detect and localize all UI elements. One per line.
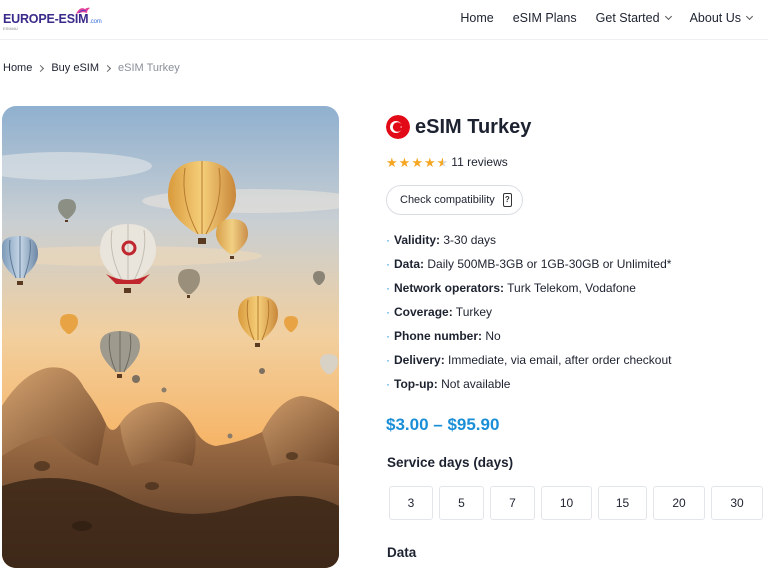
spec-list: · Validity: 3-30 days · Data: Daily 500MB-… <box>386 233 671 401</box>
check-compatibility-button[interactable]: Check compatibility ? <box>386 185 523 215</box>
main-nav: Home eSIM Plans Get Started About Us <box>460 0 754 36</box>
day-option-7[interactable]: 7 <box>490 486 535 520</box>
spec-coverage: · Coverage: Turkey <box>386 305 493 319</box>
product-info: eSIM Turkey ★ ★ ★ ★ ★ 11 reviews Check c… <box>386 115 768 560</box>
spec-phone-number: · Phone number: No <box>386 329 501 343</box>
chevron-down-icon <box>745 12 754 21</box>
nav-home[interactable]: Home <box>460 11 493 25</box>
bird-logo-icon <box>76 7 90 14</box>
reviews-count[interactable]: 11 reviews <box>451 155 507 169</box>
spec-network-operators: · Network operators: Turk Telekom, Vodafo… <box>386 281 636 295</box>
nav-about-us[interactable]: About Us <box>690 11 754 25</box>
breadcrumb-buy-esim[interactable]: Buy eSIM <box>51 62 99 74</box>
star-half-icon: ★ <box>436 154 449 170</box>
day-option-20[interactable]: 20 <box>653 486 705 520</box>
chevron-down-icon <box>664 12 672 21</box>
service-days-options: 3 5 7 10 15 20 30 <box>389 486 763 520</box>
product-title-row: eSIM Turkey <box>386 115 768 139</box>
page-title: eSIM Turkey <box>415 115 532 138</box>
chevron-right-icon <box>37 64 45 72</box>
product-image <box>2 106 339 568</box>
site-logo[interactable]: EUROPE-ESIM.com ESIM4U <box>3 6 103 32</box>
day-option-30[interactable]: 30 <box>711 486 763 520</box>
price-range: $3.00 – $95.90 <box>386 415 500 434</box>
spec-delivery: · Delivery: Immediate, via email, after o… <box>386 353 672 367</box>
star-rating: ★ ★ ★ ★ ★ <box>386 156 448 169</box>
breadcrumb-current: eSIM Turkey <box>118 62 180 74</box>
day-option-5[interactable]: 5 <box>439 486 484 520</box>
day-option-3[interactable]: 3 <box>389 486 433 520</box>
day-option-10[interactable]: 10 <box>541 486 592 520</box>
phone-question-icon: ? <box>502 193 512 207</box>
spec-top-up: · Top-up: Not available <box>386 377 511 391</box>
nav-get-started[interactable]: Get Started <box>596 11 672 25</box>
breadcrumb-home[interactable]: Home <box>3 62 32 74</box>
chevron-right-icon <box>103 64 112 72</box>
star-icon: ★ <box>423 154 436 170</box>
nav-esim-plans[interactable]: eSIM Plans <box>513 11 577 25</box>
site-header: EUROPE-ESIM.com ESIM4U Home eSIM Plans G… <box>0 0 768 40</box>
logo-subtext: ESIM4U <box>3 26 18 31</box>
star-icon: ★ <box>398 154 411 170</box>
turkey-flag-icon <box>386 115 410 139</box>
star-icon: ★ <box>386 154 398 170</box>
spec-validity: · Validity: 3-30 days <box>386 233 497 247</box>
star-icon: ★ <box>411 154 423 170</box>
breadcrumb: Home Buy eSIM eSIM Turkey <box>3 62 180 74</box>
spec-data: · Data: Daily 500MB-3GB or 1GB-30GB or Un… <box>386 257 672 271</box>
data-label: Data <box>387 545 417 560</box>
day-option-15[interactable]: 15 <box>598 486 647 520</box>
rating-row[interactable]: ★ ★ ★ ★ ★ 11 reviews <box>386 155 508 169</box>
service-days-label: Service days (days) <box>387 455 514 470</box>
